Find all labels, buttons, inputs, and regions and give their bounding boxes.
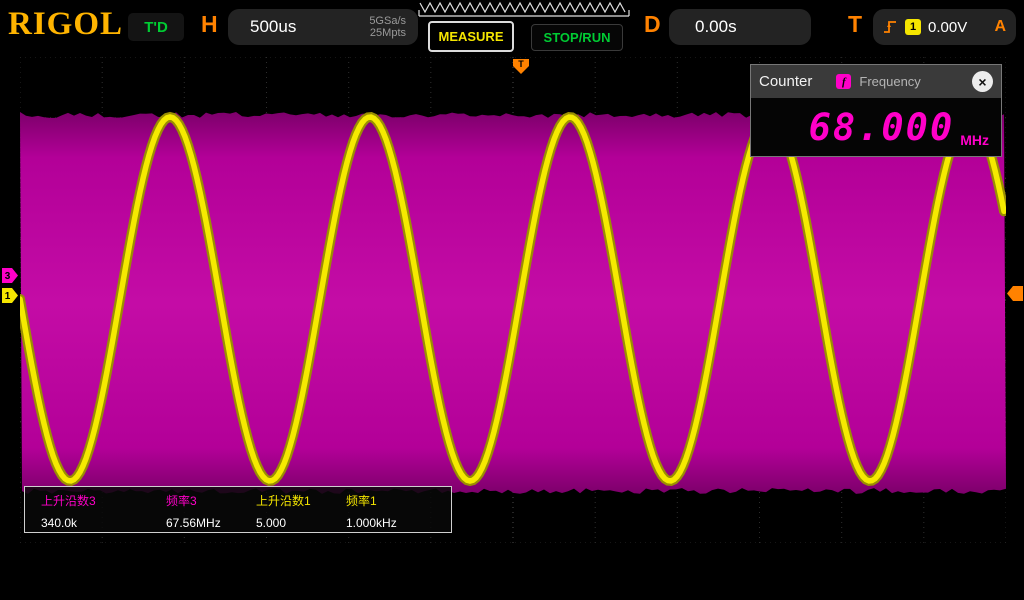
counter-unit: MHz bbox=[960, 132, 989, 148]
sample-rate-value: 5GSa/s bbox=[369, 15, 406, 27]
close-icon[interactable]: × bbox=[972, 71, 993, 92]
oscilloscope-screen: RIGOL T'D H 500us 5GSa/s 25Mpts MEASURE … bbox=[0, 0, 1024, 600]
measure-button[interactable]: MEASURE bbox=[428, 21, 514, 52]
trigger-status-badge: T'D bbox=[128, 13, 184, 41]
trigger-sweep-mode: A bbox=[994, 18, 1006, 36]
horizontal-label: H bbox=[201, 11, 218, 38]
measurement-value: 67.56MHz bbox=[166, 516, 256, 532]
channel-3-trace bbox=[20, 112, 1006, 494]
delay-box[interactable]: 0.00s bbox=[669, 9, 811, 45]
channel-3-marker-label: 3 bbox=[5, 271, 11, 282]
counter-readout: 68.000 MHz bbox=[751, 98, 1001, 156]
counter-panel: Counter f Frequency × 68.000 MHz bbox=[750, 64, 1002, 157]
channel-1-ground-marker[interactable]: 1 bbox=[2, 288, 19, 303]
bottom-bar: 1 100mV 0.00V 2 100mV 0.00V 3 100mV +36.… bbox=[0, 545, 1024, 600]
measurement-value: 1.000kHz bbox=[346, 516, 451, 532]
trigger-box[interactable]: 1 0.00V A bbox=[873, 9, 1016, 45]
channel-1-marker-label: 1 bbox=[5, 291, 11, 302]
trigger-position-marker[interactable]: T bbox=[512, 58, 530, 75]
measurement-value: 340.0k bbox=[41, 516, 166, 532]
timebase-value: 500us bbox=[250, 17, 296, 37]
measurement-label: 频率3 bbox=[166, 492, 256, 511]
counter-header: Counter f Frequency × bbox=[751, 65, 1001, 98]
counter-mode-label: Frequency bbox=[859, 74, 920, 89]
counter-value: 68.000 bbox=[809, 106, 955, 149]
measurement-label: 频率1 bbox=[346, 492, 451, 511]
measurement-value: 5.000 bbox=[256, 516, 346, 532]
measurement-label: 上升沿数3 bbox=[41, 492, 166, 511]
measurement-label: 上升沿数1 bbox=[256, 492, 346, 511]
acquisition-info: 5GSa/s 25Mpts bbox=[369, 15, 418, 39]
stop-run-button[interactable]: STOP/RUN bbox=[531, 24, 623, 51]
trigger-level-value: 0.00V bbox=[928, 19, 967, 36]
timebase-box[interactable]: 500us 5GSa/s 25Mpts bbox=[228, 9, 418, 45]
trigger-slope-icon bbox=[883, 19, 898, 35]
trigger-position-letter: T bbox=[518, 59, 524, 69]
channel-3-ground-marker[interactable]: 3 bbox=[2, 268, 19, 283]
memory-depth-value: 25Mpts bbox=[369, 27, 406, 39]
trigger-level-marker[interactable] bbox=[1006, 286, 1024, 301]
counter-title: Counter bbox=[759, 73, 812, 90]
delay-label: D bbox=[644, 11, 661, 38]
frequency-icon: f bbox=[836, 74, 851, 89]
trigger-label: T bbox=[848, 11, 862, 38]
delay-value: 0.00s bbox=[695, 17, 737, 37]
measurement-panel: 上升沿数3 频率3 上升沿数1 频率1 340.0k 67.56MHz 5.00… bbox=[24, 486, 452, 533]
trigger-source-badge: 1 bbox=[905, 19, 921, 35]
memory-waveform-strip bbox=[418, 1, 630, 17]
top-bar: RIGOL T'D H 500us 5GSa/s 25Mpts MEASURE … bbox=[0, 0, 1024, 57]
rigol-logo: RIGOL bbox=[8, 6, 123, 43]
